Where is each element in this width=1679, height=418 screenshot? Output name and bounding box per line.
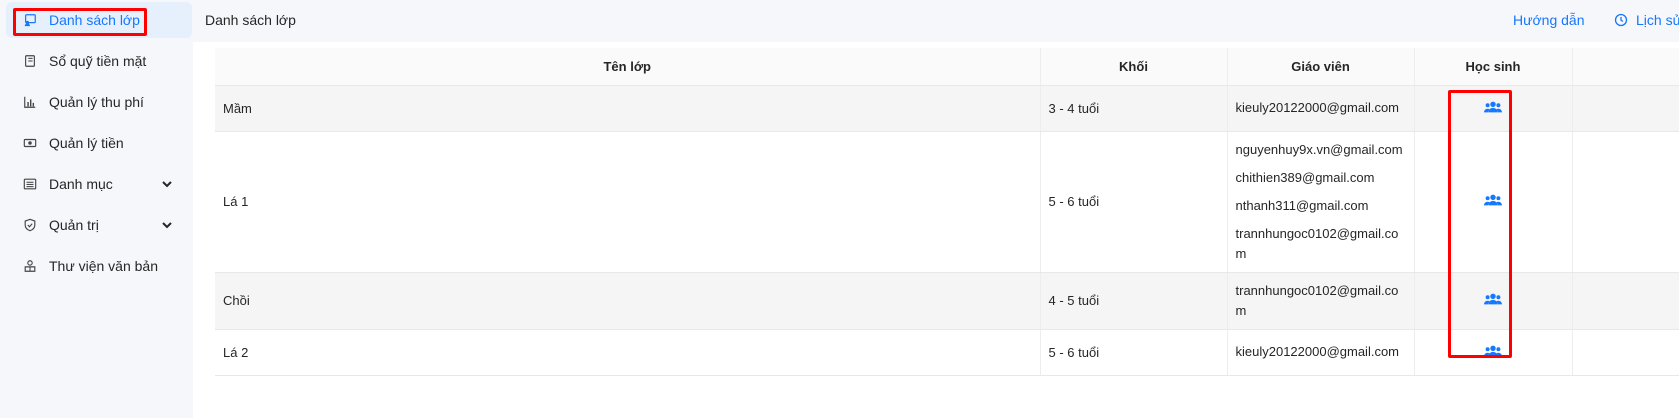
- sidebar-item-label: Thư viện văn bản: [49, 258, 158, 274]
- sidebar-item-label: Quản lý tiền: [49, 135, 124, 151]
- sidebar-item-label: Danh sách lớp: [49, 12, 140, 28]
- history-link[interactable]: Lịch sử: [1614, 12, 1679, 28]
- teacher-email: kieuly20122000@gmail.com: [1235, 100, 1400, 115]
- students-icon[interactable]: [1484, 292, 1502, 306]
- column-header-teacher[interactable]: Giáo viên: [1227, 48, 1415, 86]
- students-cell: [1414, 85, 1573, 132]
- sidebar-item-money-management[interactable]: Quản lý tiền: [6, 125, 192, 161]
- class-table: Tên lớp Khối Giáo viên Học sinh Mầm 3 - …: [215, 48, 1679, 376]
- teacher-email: nthanh311@gmail.com: [1235, 197, 1369, 213]
- list-icon: [22, 176, 38, 192]
- sidebar-item-label: Sổ quỹ tiền mặt: [49, 53, 147, 69]
- sidebar-item-categories[interactable]: Danh mục: [6, 166, 192, 202]
- table-row[interactable]: Chồi 4 - 5 tuổi trannhungoc0102@gmail.co…: [215, 272, 1679, 330]
- students-cell: [1414, 131, 1573, 273]
- extra-cell: [1572, 85, 1679, 132]
- guide-link[interactable]: Hướng dẫn: [1513, 12, 1584, 28]
- teacher-cell: trannhungoc0102@gmail.com: [1227, 272, 1415, 330]
- class-name-cell: Lá 1: [215, 131, 1041, 273]
- class-list-icon: [22, 12, 38, 28]
- students-icon[interactable]: [1484, 344, 1502, 358]
- shield-icon: [22, 217, 38, 233]
- sidebar-item-class-list[interactable]: Danh sách lớp: [6, 2, 192, 38]
- teacher-email: chithien389@gmail.com: [1235, 169, 1375, 185]
- grade-cell: 3 - 4 tuổi: [1040, 85, 1228, 132]
- grade-cell: 5 - 6 tuổi: [1040, 329, 1228, 376]
- column-header-class-name[interactable]: Tên lớp: [215, 48, 1041, 86]
- sidebar: Danh sách lớp Sổ quỹ tiền mặt Quản lý th…: [0, 0, 193, 418]
- class-name-cell: Chồi: [215, 272, 1041, 330]
- bar-chart-icon: [22, 94, 38, 110]
- column-header-grade[interactable]: Khối: [1040, 48, 1228, 86]
- history-label: Lịch sử: [1636, 12, 1679, 28]
- teacher-email: trannhungoc0102@gmail.com: [1235, 225, 1399, 261]
- main-content: Tên lớp Khối Giáo viên Học sinh Mầm 3 - …: [193, 42, 1679, 418]
- extra-cell: [1572, 272, 1679, 330]
- students-icon[interactable]: [1484, 193, 1502, 207]
- teacher-email: nguyenhuy9x.vn@gmail.com: [1235, 141, 1403, 157]
- teacher-cell: kieuly20122000@gmail.com: [1227, 85, 1415, 132]
- grade-cell: 4 - 5 tuổi: [1040, 272, 1228, 330]
- sidebar-item-label: Quản trị: [49, 217, 99, 233]
- table-row[interactable]: Mầm 3 - 4 tuổi kieuly20122000@gmail.com: [215, 85, 1679, 132]
- table-row[interactable]: Lá 1 5 - 6 tuổi nguyenhuy9x.vn@gmail.com…: [215, 131, 1679, 273]
- extra-cell: [1572, 329, 1679, 376]
- money-icon: [22, 135, 38, 151]
- sidebar-item-label: Quản lý thu phí: [49, 94, 144, 110]
- sidebar-item-fee-management[interactable]: Quản lý thu phí: [6, 84, 192, 120]
- page-header: Danh sách lớp Hướng dẫn Lịch sử: [193, 0, 1679, 42]
- history-icon: [1614, 13, 1628, 27]
- extra-cell: [1572, 131, 1679, 273]
- class-name-cell: Lá 2: [215, 329, 1041, 376]
- teacher-email: trannhungoc0102@gmail.com: [1235, 282, 1399, 318]
- sidebar-item-admin[interactable]: Quản trị: [6, 207, 192, 243]
- table-row[interactable]: Lá 2 5 - 6 tuổi kieuly20122000@gmail.com: [215, 329, 1679, 376]
- grade-cell: 5 - 6 tuổi: [1040, 131, 1228, 273]
- sidebar-item-cashbook[interactable]: Sổ quỹ tiền mặt: [6, 43, 192, 79]
- table-header-row: Tên lớp Khối Giáo viên Học sinh: [215, 48, 1679, 86]
- column-header-extra: [1572, 48, 1679, 86]
- chevron-down-icon: [162, 222, 172, 229]
- students-cell: [1414, 329, 1573, 376]
- column-header-students[interactable]: Học sinh: [1414, 48, 1573, 86]
- cashbook-icon: [22, 53, 38, 69]
- page-title: Danh sách lớp: [205, 12, 296, 28]
- chevron-down-icon: [162, 181, 172, 188]
- teacher-cell: kieuly20122000@gmail.com: [1227, 329, 1415, 376]
- teacher-email: kieuly20122000@gmail.com: [1235, 344, 1400, 359]
- class-name-cell: Mầm: [215, 85, 1041, 132]
- sidebar-item-label: Danh mục: [49, 176, 113, 192]
- sidebar-item-document-library[interactable]: Thư viện văn bản: [6, 248, 192, 284]
- students-cell: [1414, 272, 1573, 330]
- students-icon[interactable]: [1484, 100, 1502, 114]
- library-icon: [22, 258, 38, 274]
- teacher-cell: nguyenhuy9x.vn@gmail.com chithien389@gma…: [1227, 131, 1415, 273]
